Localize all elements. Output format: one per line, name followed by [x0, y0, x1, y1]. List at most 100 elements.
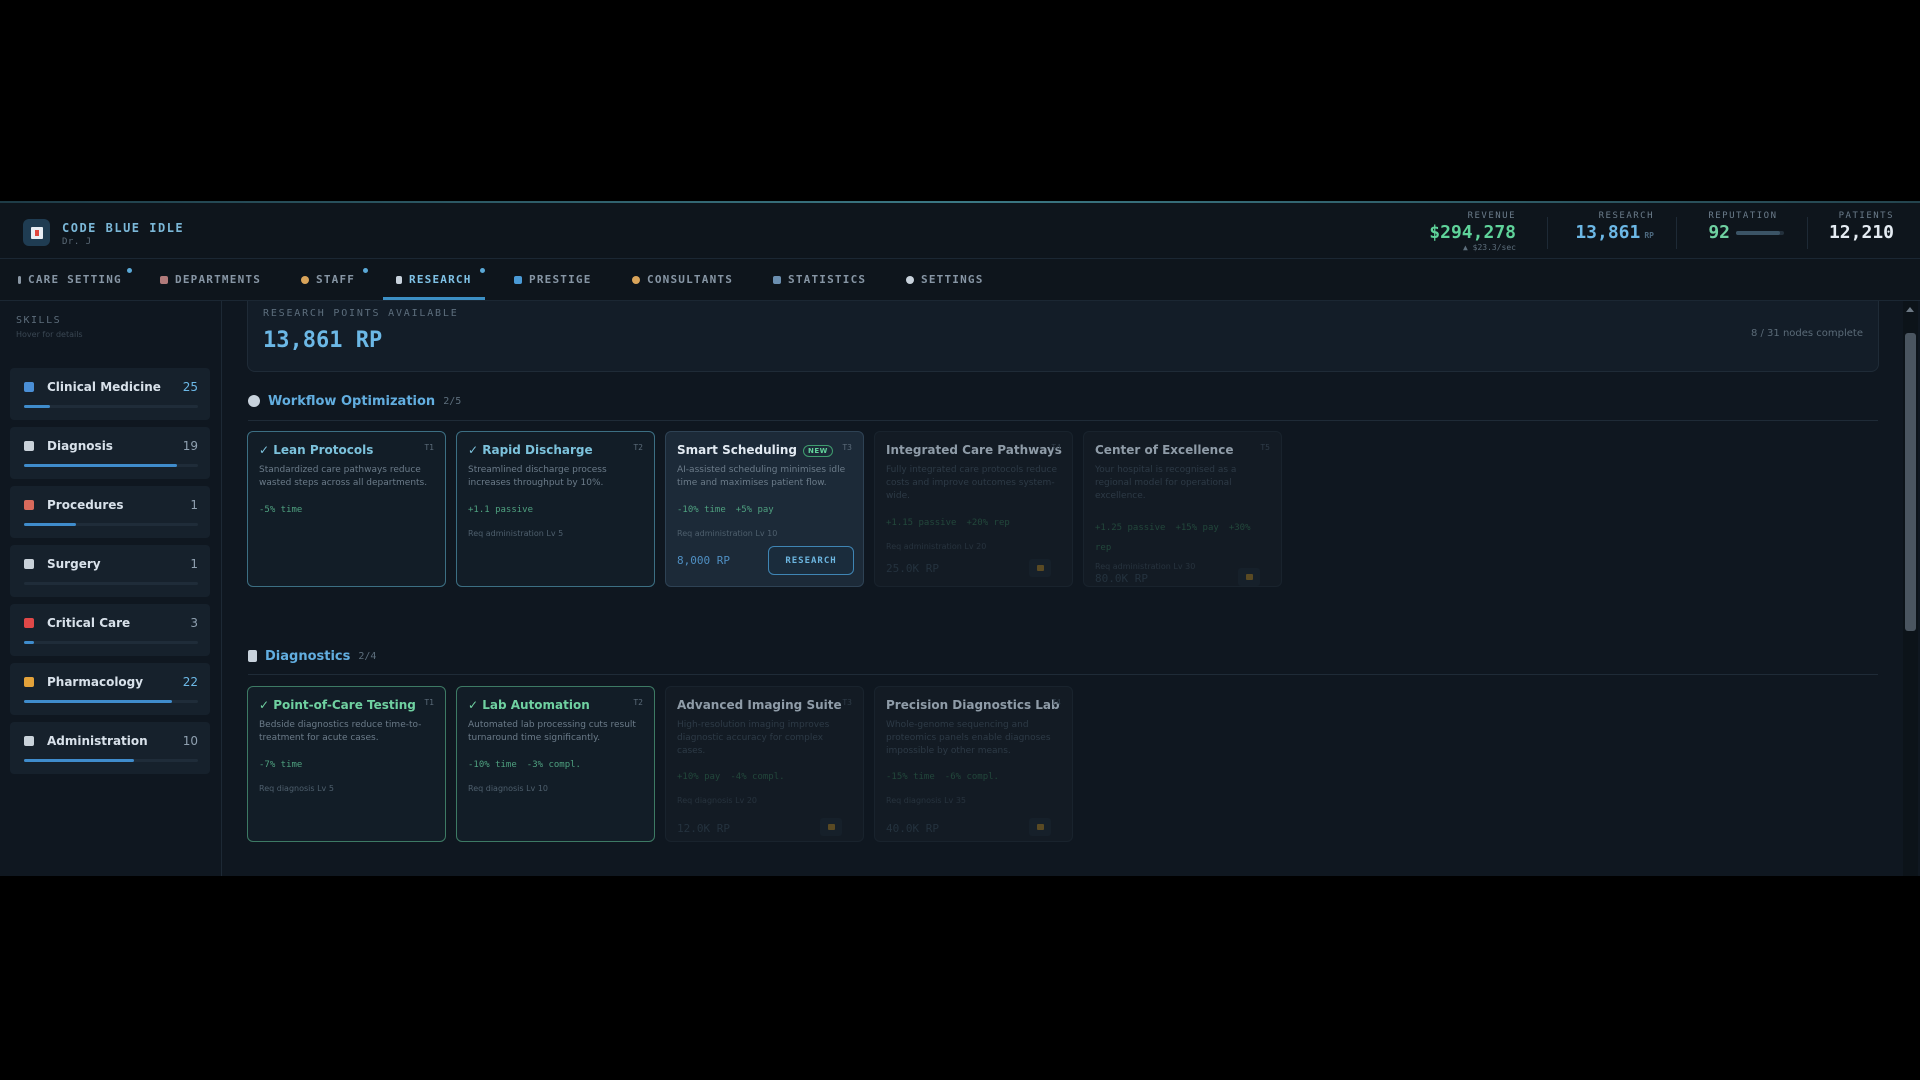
node-tier: T4 — [1051, 443, 1061, 452]
skill-progress-track — [24, 641, 198, 644]
skill-progress-fill — [24, 641, 35, 644]
skill-level: 22 — [182, 675, 198, 689]
building-icon — [160, 275, 168, 284]
research-node[interactable]: ✓ Point-of-Care Testing T1 Bedside diagn… — [247, 686, 446, 842]
research-points-value: 13,861 RP — [263, 328, 383, 353]
revenue-rate: ▲ $23.3/sec — [1463, 243, 1516, 252]
skill-progress-fill — [24, 759, 134, 762]
skill-name: Diagnosis — [47, 439, 113, 453]
app-title: CODE BLUE IDLE — [62, 221, 185, 235]
skill-level: 3 — [190, 616, 198, 630]
scalpel-icon — [24, 559, 34, 569]
research-points-card: RESEARCH POINTS AVAILABLE 13,861 RP 8 / … — [247, 301, 1879, 372]
pill-icon — [24, 677, 34, 687]
scroll-up-arrow-icon[interactable] — [1906, 307, 1914, 312]
tab-consultants[interactable]: CONSULTANTS — [632, 259, 733, 300]
clipboard-icon — [24, 736, 34, 746]
node-requirement: Req administration Lv 10 — [677, 529, 778, 538]
reputation-value: 92 — [1708, 222, 1730, 243]
tab-research[interactable]: RESEARCH — [383, 259, 485, 300]
node-description: High-resolution imaging improves diagnos… — [677, 720, 830, 756]
flask-icon — [396, 275, 402, 284]
divider — [1676, 217, 1677, 249]
tab-prestige[interactable]: PRESTIGE — [514, 259, 592, 300]
skill-surgery[interactable]: Surgery 1 — [10, 545, 210, 597]
node-title: Advanced Imaging Suite — [677, 698, 842, 712]
node-effect: +1.1 passive — [468, 505, 534, 515]
tab-departments[interactable]: DEPARTMENTS — [160, 259, 261, 300]
reputation-bar-fill — [1736, 231, 1781, 235]
research-node[interactable]: Center of Excellence T5 Your hospital is… — [1083, 431, 1282, 587]
tab-statistics[interactable]: STATISTICS — [773, 259, 866, 300]
stethoscope-icon — [24, 382, 34, 392]
gear-icon — [906, 275, 914, 284]
node-requirement: Req diagnosis Lv 35 — [886, 796, 967, 805]
tab-label: SETTINGS — [921, 273, 984, 286]
tab-care-setting[interactable]: CARE SETTING — [18, 259, 132, 300]
node-title: ✓ Lab Automation — [468, 698, 590, 712]
scrollbar[interactable] — [1903, 301, 1918, 876]
scrollbar-thumb[interactable] — [1905, 333, 1916, 631]
node-description: Bedside diagnostics reduce time-to-treat… — [259, 720, 422, 743]
skill-level: 19 — [182, 439, 198, 453]
research-label: RESEARCH — [1598, 211, 1654, 221]
node-effect: -5% time — [259, 505, 303, 515]
person-icon — [301, 275, 309, 284]
notification-dot — [127, 268, 132, 273]
skill-critical-care[interactable]: Critical Care 3 — [10, 604, 210, 656]
node-effect: +15% pay — [1175, 523, 1219, 533]
section-header-workflow: Workflow Optimization 2/5 — [248, 391, 461, 411]
node-effect: -6% compl. — [944, 772, 999, 782]
syringe-icon — [24, 500, 34, 510]
skill-progress-track — [24, 523, 198, 526]
research-button[interactable]: RESEARCH — [768, 546, 854, 575]
lock-icon — [820, 818, 842, 836]
research-points-label: RESEARCH POINTS AVAILABLE — [263, 308, 459, 319]
skill-clinical-medicine[interactable]: Clinical Medicine 25 — [10, 368, 210, 420]
node-title: Center of Excellence — [1095, 443, 1234, 457]
new-badge: NEW — [803, 444, 833, 457]
research-node[interactable]: Integrated Care Pathways T4 Fully integr… — [874, 431, 1073, 587]
node-title: Integrated Care Pathways — [886, 443, 1062, 457]
node-tier: T2 — [633, 698, 643, 707]
skill-pharmacology[interactable]: Pharmacology 22 — [10, 663, 210, 715]
tab-settings[interactable]: SETTINGS — [906, 259, 984, 300]
tab-staff[interactable]: STAFF — [301, 259, 368, 300]
research-node[interactable]: Precision Diagnostics Lab T4 Whole-genom… — [874, 686, 1073, 842]
research-node[interactable]: Advanced Imaging Suite T3 High-resolutio… — [665, 686, 864, 842]
skill-name: Pharmacology — [47, 675, 144, 689]
lock-icon — [1029, 559, 1051, 577]
player-name: Dr. J — [62, 237, 92, 247]
node-description: AI-assisted scheduling minimises idle ti… — [677, 465, 846, 488]
node-tier: T5 — [1260, 443, 1270, 452]
research-node[interactable]: ✓ Rapid Discharge T2 Streamlined dischar… — [456, 431, 655, 587]
node-requirement: Req diagnosis Lv 20 — [677, 796, 758, 805]
skill-diagnosis[interactable]: Diagnosis 19 — [10, 427, 210, 479]
skill-administration[interactable]: Administration 10 — [10, 722, 210, 774]
research-node[interactable]: ✓ Lean Protocols T1 Standardized care pa… — [247, 431, 446, 587]
reputation-stat: REPUTATION 92 — [1708, 211, 1784, 243]
nodes-complete: 8 / 31 nodes complete — [1750, 328, 1863, 339]
revenue-value: $294,278 — [1429, 222, 1516, 243]
node-description: Whole-genome sequencing and proteomics p… — [886, 720, 1051, 756]
reputation-bar — [1736, 231, 1784, 235]
node-effect: +1.15 passive — [886, 518, 957, 528]
node-requirement: Req diagnosis Lv 10 — [468, 784, 549, 793]
skill-procedures[interactable]: Procedures 1 — [10, 486, 210, 538]
patients-stat: PATIENTS 12,210 — [1829, 211, 1894, 243]
node-requirement: Req administration Lv 20 — [886, 542, 987, 551]
node-effect: +1.25 passive — [1095, 523, 1166, 533]
node-effects: -10% time -3% compl. — [468, 760, 591, 770]
patients-label: PATIENTS — [1838, 211, 1894, 221]
research-node[interactable]: ✓ Lab Automation T2 Automated lab proces… — [456, 686, 655, 842]
skill-level: 25 — [182, 380, 198, 394]
node-effect: +5% pay — [735, 505, 774, 515]
research-node[interactable]: Smart Scheduling NEW T3 AI-assisted sched… — [665, 431, 864, 587]
node-effects: -5% time — [259, 505, 312, 515]
top-bar: CODE BLUE IDLE Dr. J REVENUE $294,278 ▲ … — [0, 203, 1920, 259]
flask-icon — [248, 650, 257, 662]
node-effect: -7% time — [259, 760, 303, 770]
lock-icon — [1238, 568, 1260, 586]
node-effects: -15% time -6% compl. — [886, 772, 1009, 782]
node-cost: 25.0K RP — [886, 562, 939, 575]
